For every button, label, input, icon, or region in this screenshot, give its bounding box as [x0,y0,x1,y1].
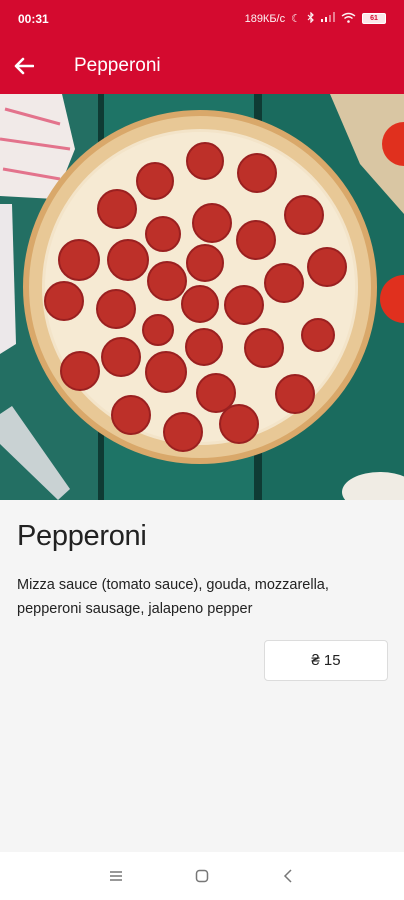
app-bar: Pepperoni [0,37,404,94]
network-speed: 189КБ/с [244,12,286,25]
price-button[interactable]: ₴ 15 [264,640,388,681]
bluetooth-icon [307,11,315,26]
back-button[interactable] [0,42,48,90]
status-time: 00:31 [18,11,49,26]
back-chevron-icon [283,869,292,883]
product-details: Pepperoni Mizza sauce (tomato sauce), go… [0,500,404,852]
product-name: Pepperoni [17,520,147,552]
battery-icon: 61 [362,13,386,24]
page-title: Pepperoni [74,54,161,76]
home-square-icon [195,869,209,883]
home-button[interactable] [189,863,215,889]
product-image [0,94,404,500]
moon-icon: ☾ [291,13,301,25]
signal-icon [321,12,335,25]
wifi-icon [341,12,356,26]
system-nav-bar [0,852,404,900]
menu-icon [110,871,122,881]
status-bar: 00:31 189КБ/с ☾ 61 [0,0,404,37]
system-back-button[interactable] [275,863,301,889]
product-description: Mizza sauce (tomato sauce), gouda, mozza… [17,577,329,617]
status-icons: 189КБ/с ☾ 61 [244,11,386,26]
arrow-left-icon [14,57,34,74]
menu-button[interactable] [103,863,129,889]
pizza-image [0,94,404,500]
